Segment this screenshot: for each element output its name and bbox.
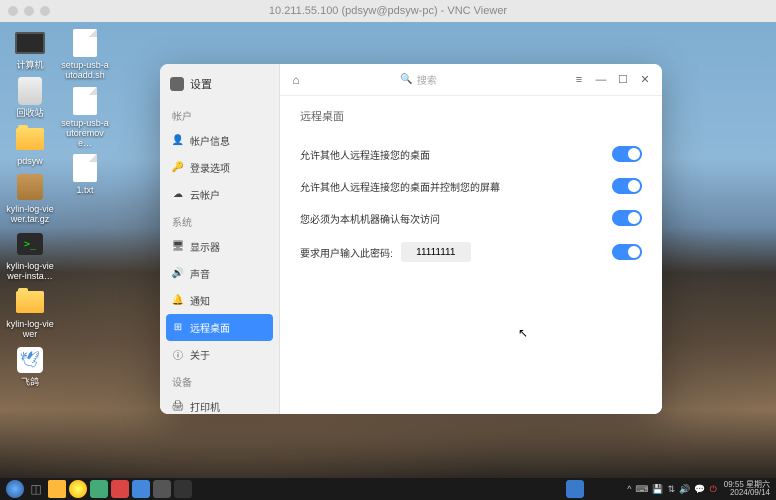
start-menu[interactable] bbox=[6, 480, 24, 498]
desktop-icon[interactable]: kylin-log-viewer.tar.gz bbox=[5, 171, 55, 225]
taskbar-settings[interactable] bbox=[153, 480, 171, 498]
maximize-button[interactable]: ☐ bbox=[614, 71, 632, 89]
sidebar-item-remote-desktop[interactable]: ⊞远程桌面 bbox=[166, 314, 273, 341]
row-allow-connect: 允许其他人远程连接您的桌面 bbox=[300, 138, 642, 170]
sidebar-item-display[interactable]: 🖥显示器 bbox=[160, 233, 279, 260]
settings-app-icon bbox=[170, 77, 184, 91]
cloud-icon: ☁ bbox=[172, 189, 184, 201]
minimize-btn[interactable] bbox=[24, 6, 34, 16]
app-icon-1[interactable] bbox=[90, 480, 108, 498]
password-input[interactable] bbox=[401, 242, 471, 262]
taskbar: ◫ ^ ⌨ 💾 ⇅ 🔊 💬 ⏻ 09:55 星期六 2024/09/14 bbox=[0, 478, 776, 500]
desktop-icon-label: kylin-log-viewer bbox=[5, 320, 55, 340]
desktop-icon[interactable]: setup-usb-autoremove… bbox=[60, 85, 110, 149]
browser-icon[interactable] bbox=[69, 480, 87, 498]
printer-icon: 🖨 bbox=[172, 401, 184, 413]
desktop-icon-label: 1.txt bbox=[76, 186, 93, 196]
desktop-icon-label: kylin-log-viewer.tar.gz bbox=[5, 205, 55, 225]
sidebar-item-login-options[interactable]: 🔑登录选项 bbox=[160, 154, 279, 181]
window-title: 10.211.55.100 (pdsyw@pdsyw-pc) - VNC Vie… bbox=[269, 5, 507, 17]
content-area: 远程桌面 允许其他人远程连接您的桌面 允许其他人远程连接您的桌面并控制您的屏幕 … bbox=[280, 96, 662, 414]
desktop-icon-label: 计算机 bbox=[16, 61, 43, 71]
tray-keyboard-icon[interactable]: ⌨ bbox=[635, 484, 648, 495]
desktop-icon[interactable]: 1.txt bbox=[60, 152, 110, 196]
desktop-icon-label: kylin-log-viewer-insta… bbox=[5, 262, 55, 282]
desktop-icon-label: setup-usb-autoremove… bbox=[60, 119, 110, 149]
close-btn[interactable] bbox=[8, 6, 18, 16]
row-confirm-each: 您必须为本机机器确认每次访问 bbox=[300, 202, 642, 234]
settings-sidebar: 设置 帐户 👤帐户信息 🔑登录选项 ☁云帐户 系统 🖥显示器 🔊声音 🔔通知 ⊞… bbox=[160, 64, 280, 414]
search-icon: 🔍 bbox=[400, 74, 412, 85]
row-require-password: 要求用户输入此密码: bbox=[300, 234, 642, 270]
tray-app-1[interactable] bbox=[566, 480, 584, 498]
desktop-icon-label: pdsyw bbox=[17, 157, 43, 167]
sidebar-item-account-info[interactable]: 👤帐户信息 bbox=[160, 127, 279, 154]
close-button[interactable]: ✕ bbox=[636, 71, 654, 89]
sidebar-item-sound[interactable]: 🔊声音 bbox=[160, 260, 279, 287]
search-box[interactable]: 🔍搜索 bbox=[349, 72, 489, 87]
user-icon: 👤 bbox=[172, 135, 184, 147]
minimize-button[interactable]: — bbox=[592, 71, 610, 89]
settings-window: 设置 帐户 👤帐户信息 🔑登录选项 ☁云帐户 系统 🖥显示器 🔊声音 🔔通知 ⊞… bbox=[160, 64, 662, 414]
desktop-icon[interactable]: 回收站 bbox=[5, 75, 55, 119]
maximize-btn[interactable] bbox=[40, 6, 50, 16]
sidebar-item-printer[interactable]: 🖨打印机 bbox=[160, 393, 279, 414]
desktop-icon[interactable]: 🕊飞鸽 bbox=[5, 344, 55, 388]
cursor-icon: ↖ bbox=[518, 326, 528, 340]
desktop-icon[interactable]: pdsyw bbox=[5, 123, 55, 167]
desktop-icon[interactable]: 计算机 bbox=[5, 27, 55, 71]
home-icon[interactable]: ⌂ bbox=[288, 72, 304, 88]
vnc-titlebar: 10.211.55.100 (pdsyw@pdsyw-pc) - VNC Vie… bbox=[0, 0, 776, 22]
section-account: 帐户 bbox=[160, 102, 279, 127]
toggle-require-password[interactable] bbox=[612, 244, 642, 260]
toggle-allow-control[interactable] bbox=[612, 178, 642, 194]
tray-disk-icon[interactable]: 💾 bbox=[652, 484, 663, 495]
tray-power-icon[interactable]: ⏻ bbox=[710, 484, 717, 495]
desktop-icon-label: setup-usb-autoadd.sh bbox=[60, 61, 110, 81]
taskbar-app-4[interactable] bbox=[174, 480, 192, 498]
section-system: 系统 bbox=[160, 208, 279, 233]
sound-icon: 🔊 bbox=[172, 268, 184, 280]
app-icon-2[interactable] bbox=[111, 480, 129, 498]
row-allow-control: 允许其他人远程连接您的桌面并控制您的屏幕 bbox=[300, 170, 642, 202]
tray-volume-icon[interactable]: 🔊 bbox=[679, 484, 690, 495]
tray-notification-icon[interactable]: 💬 bbox=[694, 484, 705, 495]
sidebar-item-cloud-account[interactable]: ☁云帐户 bbox=[160, 181, 279, 208]
taskview-icon[interactable]: ◫ bbox=[27, 480, 45, 498]
bell-icon: 🔔 bbox=[172, 295, 184, 307]
settings-title: 设置 bbox=[190, 76, 212, 92]
sidebar-header: 设置 bbox=[160, 72, 279, 102]
remote-icon: ⊞ bbox=[172, 322, 184, 334]
panel-header: ⌂ 🔍搜索 ≡ — ☐ ✕ bbox=[280, 64, 662, 96]
desktop-icon[interactable]: kylin-log-viewer bbox=[5, 286, 55, 340]
tray-network-icon[interactable]: ⇅ bbox=[668, 484, 676, 495]
sidebar-item-about[interactable]: ⓘ关于 bbox=[160, 341, 279, 368]
taskbar-clock[interactable]: 09:55 星期六 2024/09/14 bbox=[724, 481, 770, 497]
main-panel: ⌂ 🔍搜索 ≡ — ☐ ✕ 远程桌面 允许其他人远程连接您的桌面 允许其他人远程… bbox=[280, 64, 662, 414]
desktop-icons-col1: 计算机回收站 pdsyw kylin-log-viewer.tar.gz >_kyli… bbox=[5, 27, 55, 388]
desktop-icon-label: 回收站 bbox=[16, 109, 43, 119]
menu-button[interactable]: ≡ bbox=[570, 71, 588, 89]
desktop-icon-label: 飞鸽 bbox=[21, 378, 39, 388]
section-devices: 设备 bbox=[160, 368, 279, 393]
tray-chevron-icon[interactable]: ^ bbox=[627, 484, 631, 494]
toggle-confirm-each[interactable] bbox=[612, 210, 642, 226]
toggle-allow-connect[interactable] bbox=[612, 146, 642, 162]
sidebar-item-notification[interactable]: 🔔通知 bbox=[160, 287, 279, 314]
display-icon: 🖥 bbox=[172, 241, 184, 253]
desktop[interactable]: 计算机回收站 pdsyw kylin-log-viewer.tar.gz >_kyli… bbox=[0, 22, 776, 478]
system-tray[interactable]: ^ ⌨ 💾 ⇅ 🔊 💬 ⏻ bbox=[627, 484, 717, 495]
files-icon[interactable] bbox=[48, 480, 66, 498]
desktop-icon[interactable]: >_kylin-log-viewer-insta… bbox=[5, 228, 55, 282]
desktop-icon[interactable]: setup-usb-autoadd.sh bbox=[60, 27, 110, 81]
desktop-icons-col2: setup-usb-autoadd.sh setup-usb-autoremove… bbox=[60, 27, 110, 196]
info-icon: ⓘ bbox=[172, 349, 184, 361]
key-icon: 🔑 bbox=[172, 162, 184, 174]
content-title: 远程桌面 bbox=[300, 108, 642, 124]
app-icon-3[interactable] bbox=[132, 480, 150, 498]
